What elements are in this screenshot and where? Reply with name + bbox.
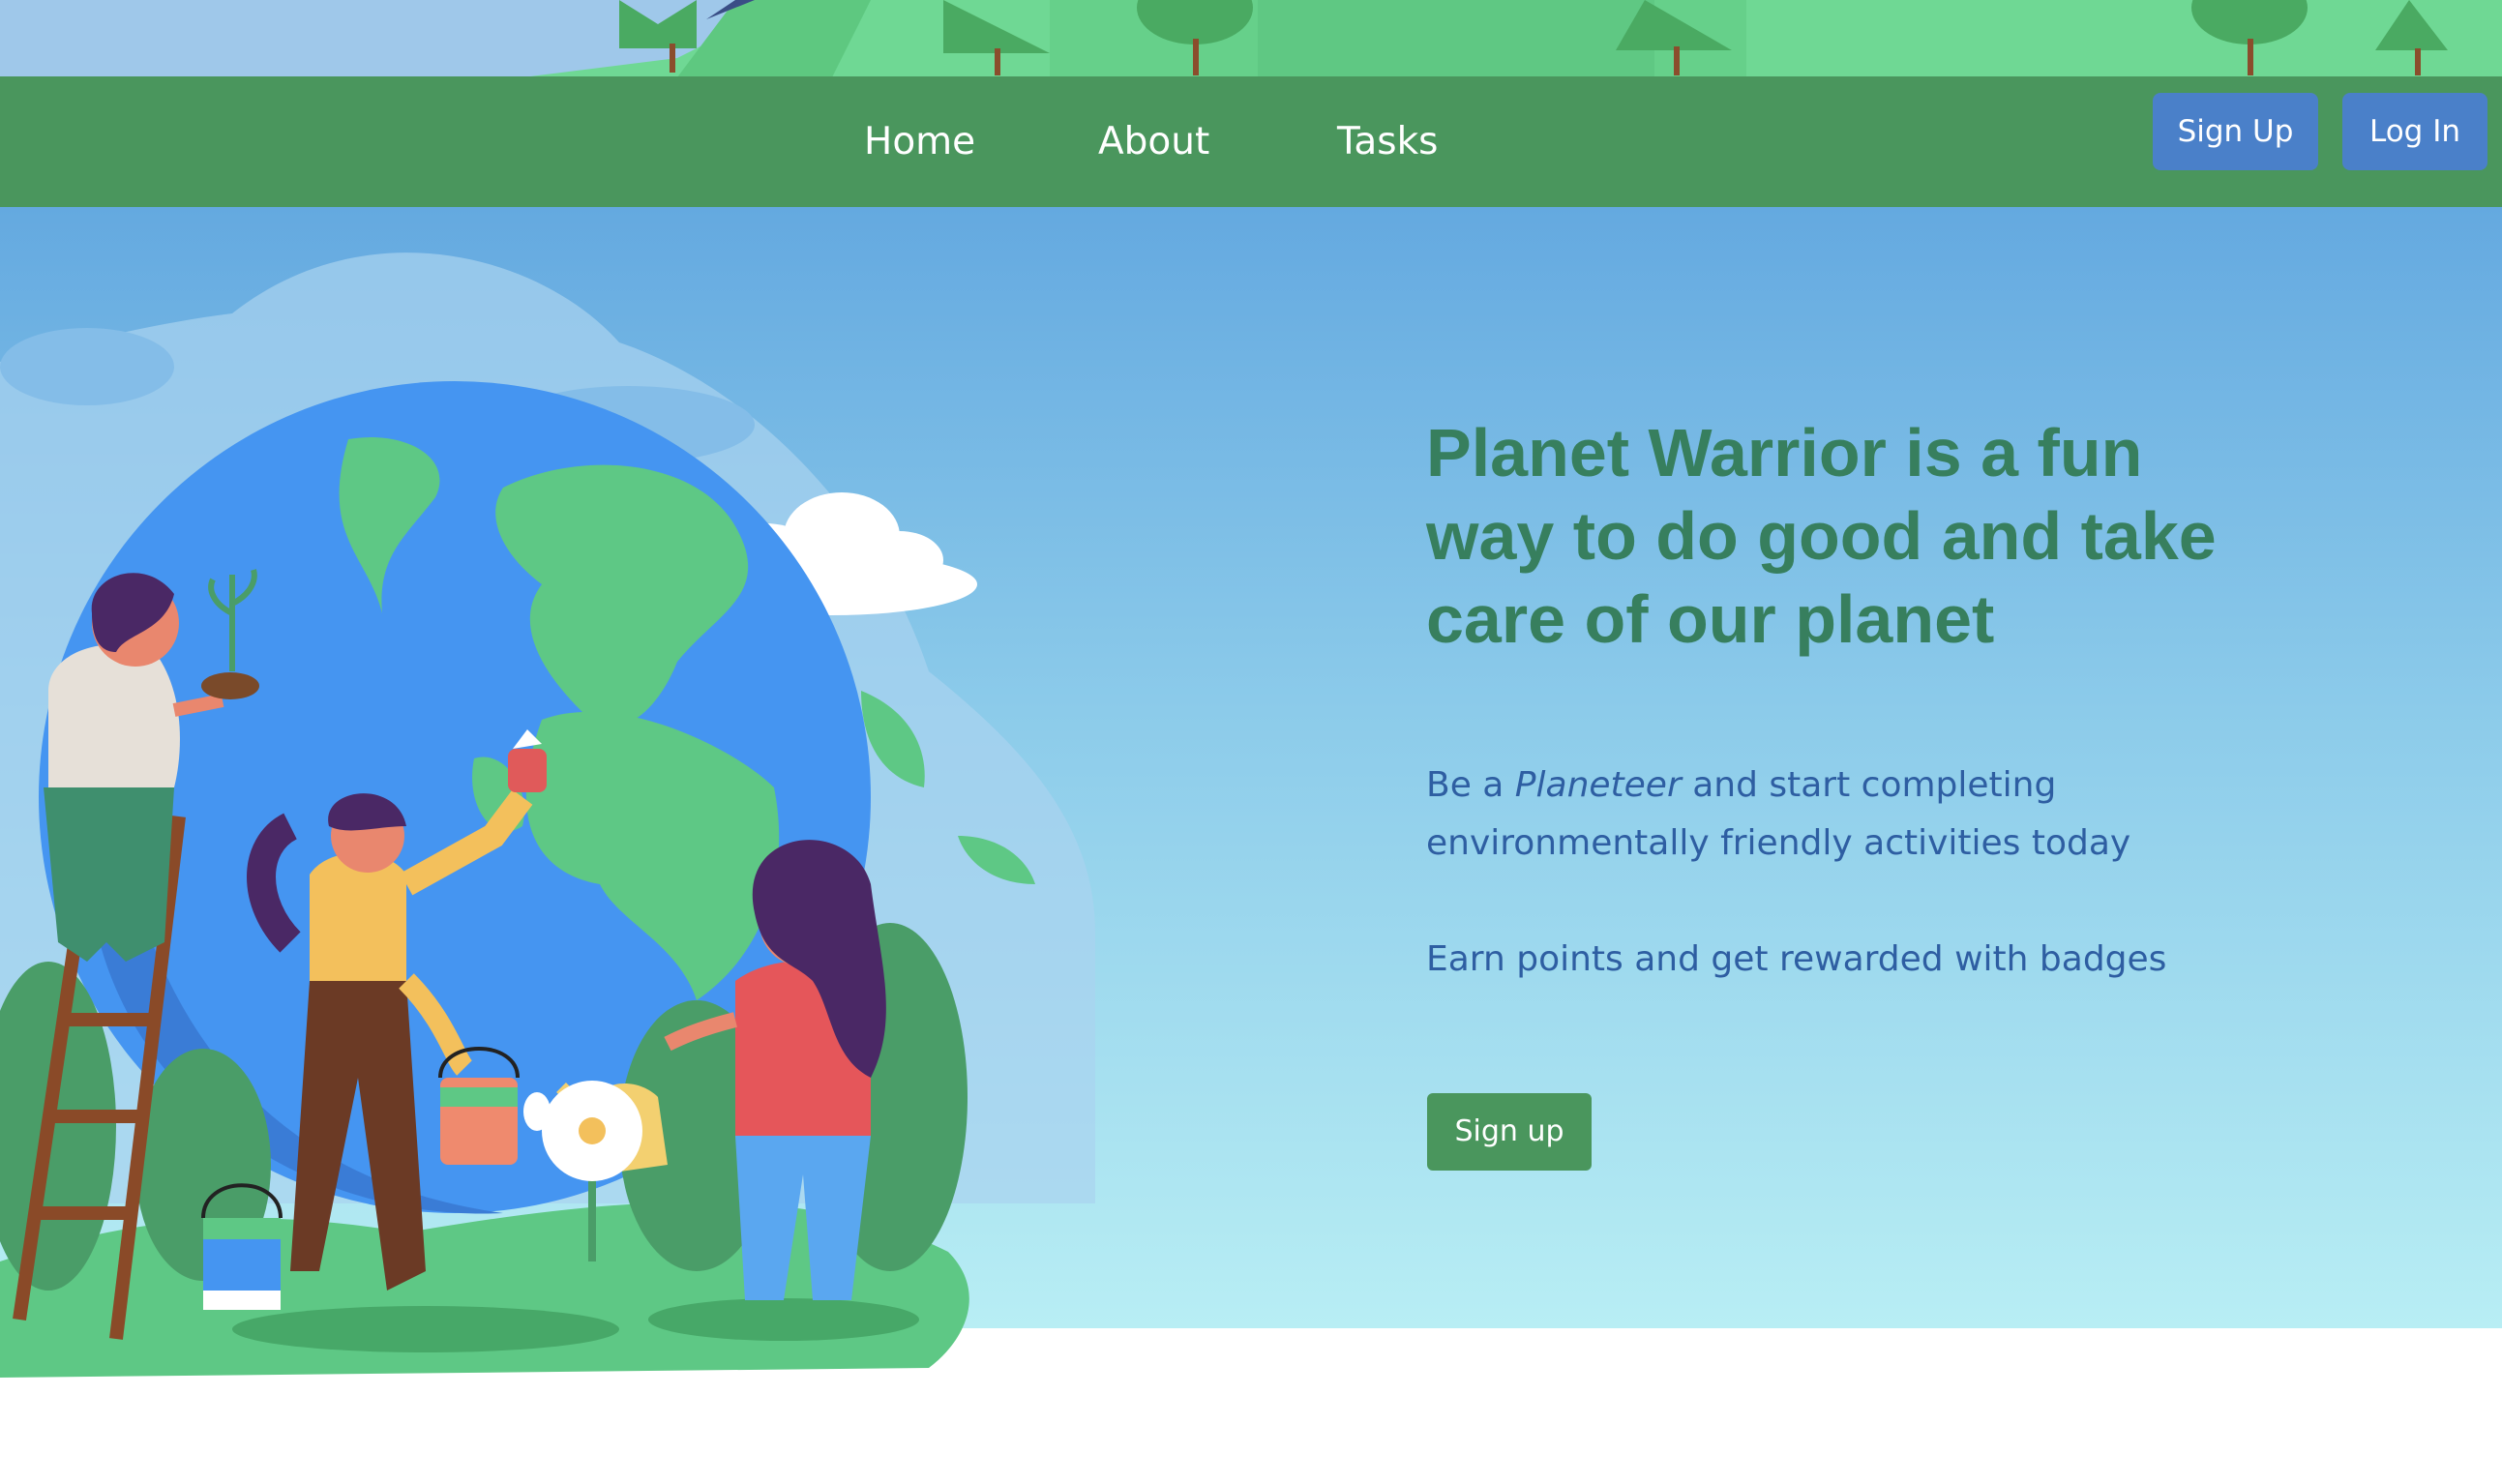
hero-illustration <box>0 252 1095 1378</box>
nav-link-home[interactable]: Home <box>864 115 975 169</box>
landscape-illustration <box>0 0 2502 77</box>
hero-sign-up-button[interactable]: Sign up <box>1427 1093 1592 1171</box>
planeteer-emphasis: Planeteer <box>1514 765 1682 805</box>
sign-up-button[interactable]: Sign Up <box>2153 93 2318 170</box>
navbar: Home About Tasks Sign Up Log In <box>0 76 2502 207</box>
hero-title: Planet Warrior is a fun way to do good a… <box>1426 415 2217 657</box>
nav-link-about[interactable]: About <box>1098 115 1209 169</box>
hero-description: Be a Planeteer and start completing envi… <box>1426 757 2219 873</box>
hero-description-prefix: Be a <box>1426 765 1515 805</box>
log-in-button[interactable]: Log In <box>2342 93 2487 170</box>
hero-rewards-text: Earn points and get rewarded with badges <box>1426 939 2167 979</box>
nav-link-tasks[interactable]: Tasks <box>1337 115 1439 169</box>
header-landscape-banner <box>0 0 2502 77</box>
